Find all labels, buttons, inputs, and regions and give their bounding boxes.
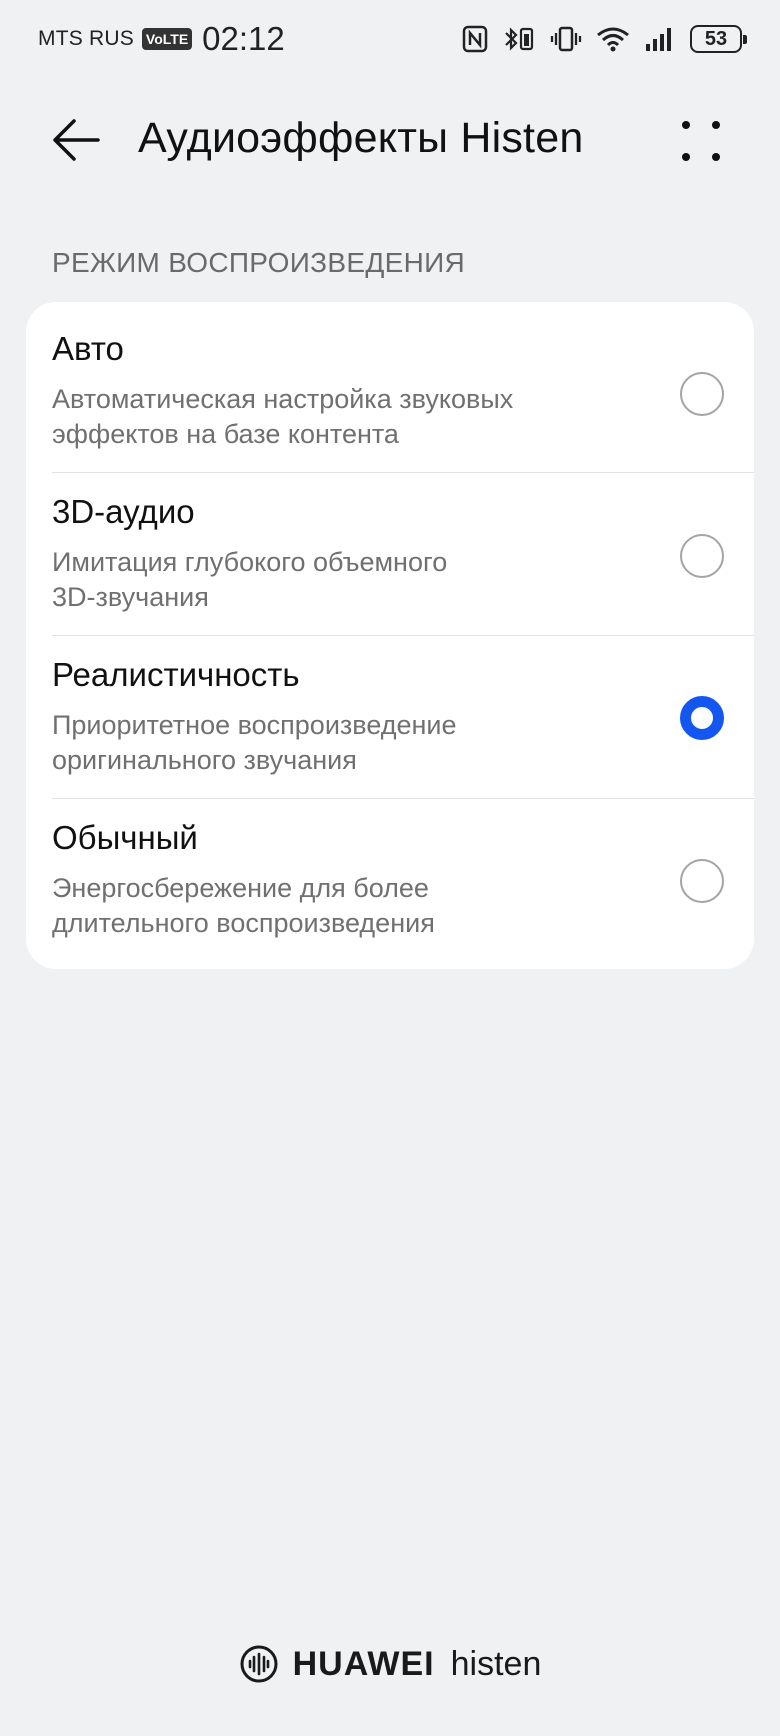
status-time: 02:12 — [202, 20, 285, 57]
more-options-button[interactable] — [676, 116, 726, 166]
radio-button-normal[interactable] — [680, 859, 724, 903]
radio-button-auto[interactable] — [680, 372, 724, 416]
option-description-line: Автоматическая настройка звуковых — [52, 384, 514, 414]
bluetooth-icon — [505, 27, 534, 51]
option-description-line: эффектов на базе контента — [52, 419, 399, 449]
status-bar: MTS RUS VoLTE 02:12 53 — [0, 0, 780, 78]
option-title: Реалистичность — [52, 656, 300, 693]
carrier-label: MTS RUS — [38, 27, 134, 50]
volte-badge: VoLTE — [141, 28, 193, 50]
nfc-icon — [462, 25, 488, 53]
page-title: Аудиоэффекты Histen — [138, 114, 584, 162]
arrow-left-icon — [53, 119, 100, 161]
option-description-line: 3D-звучания — [52, 582, 209, 612]
radio-button-realistic[interactable] — [680, 696, 724, 740]
option-title: 3D-аудио — [52, 493, 195, 530]
battery-icon: 53 — [690, 25, 747, 53]
app-header: Аудиоэффекты Histen — [0, 96, 780, 184]
signal-icon — [646, 28, 671, 51]
radio-button-3d-audio[interactable] — [680, 534, 724, 578]
option-title: Авто — [52, 330, 124, 367]
huawei-histen-logo: HUAWEI histen — [0, 1640, 780, 1688]
back-button[interactable] — [50, 116, 102, 164]
option-description-line: Энергосбережение для более — [52, 873, 429, 903]
option-description: Приоритетное воспроизведение оригинально… — [52, 708, 612, 778]
option-auto[interactable]: Авто Автоматическая настройка звуковых э… — [26, 302, 754, 465]
option-description: Энергосбережение для более длительного в… — [52, 871, 612, 941]
option-3d-audio[interactable]: 3D-аудио Имитация глубокого объемного 3D… — [26, 465, 754, 628]
option-description-line: Имитация глубокого объемного — [52, 547, 448, 577]
option-description-line: оригинального звучания — [52, 745, 357, 775]
more-dots-icon — [682, 121, 720, 161]
section-label: РЕЖИМ ВОСПРОИЗВЕДЕНИЯ — [52, 247, 466, 278]
option-description-line: длительного воспроизведения — [52, 908, 435, 938]
brand-main-text: HUAWEI — [292, 1644, 435, 1683]
status-icons: 53 — [462, 25, 747, 53]
brand-sub-text: histen — [450, 1644, 542, 1683]
option-description-line: Приоритетное воспроизведение — [52, 710, 457, 740]
playback-mode-card: Авто Автоматическая настройка звуковых э… — [26, 302, 754, 969]
wifi-icon — [597, 27, 629, 52]
histen-logo-icon — [240, 1645, 278, 1683]
option-realistic[interactable]: Реалистичность Приоритетное воспроизведе… — [26, 628, 754, 791]
option-description: Автоматическая настройка звуковых эффект… — [52, 382, 612, 452]
option-normal[interactable]: Обычный Энергосбережение для более длите… — [26, 791, 754, 954]
option-description: Имитация глубокого объемного 3D-звучания — [52, 545, 612, 615]
vibrate-icon — [550, 26, 582, 52]
battery-level: 53 — [704, 27, 728, 50]
option-title: Обычный — [52, 819, 198, 856]
